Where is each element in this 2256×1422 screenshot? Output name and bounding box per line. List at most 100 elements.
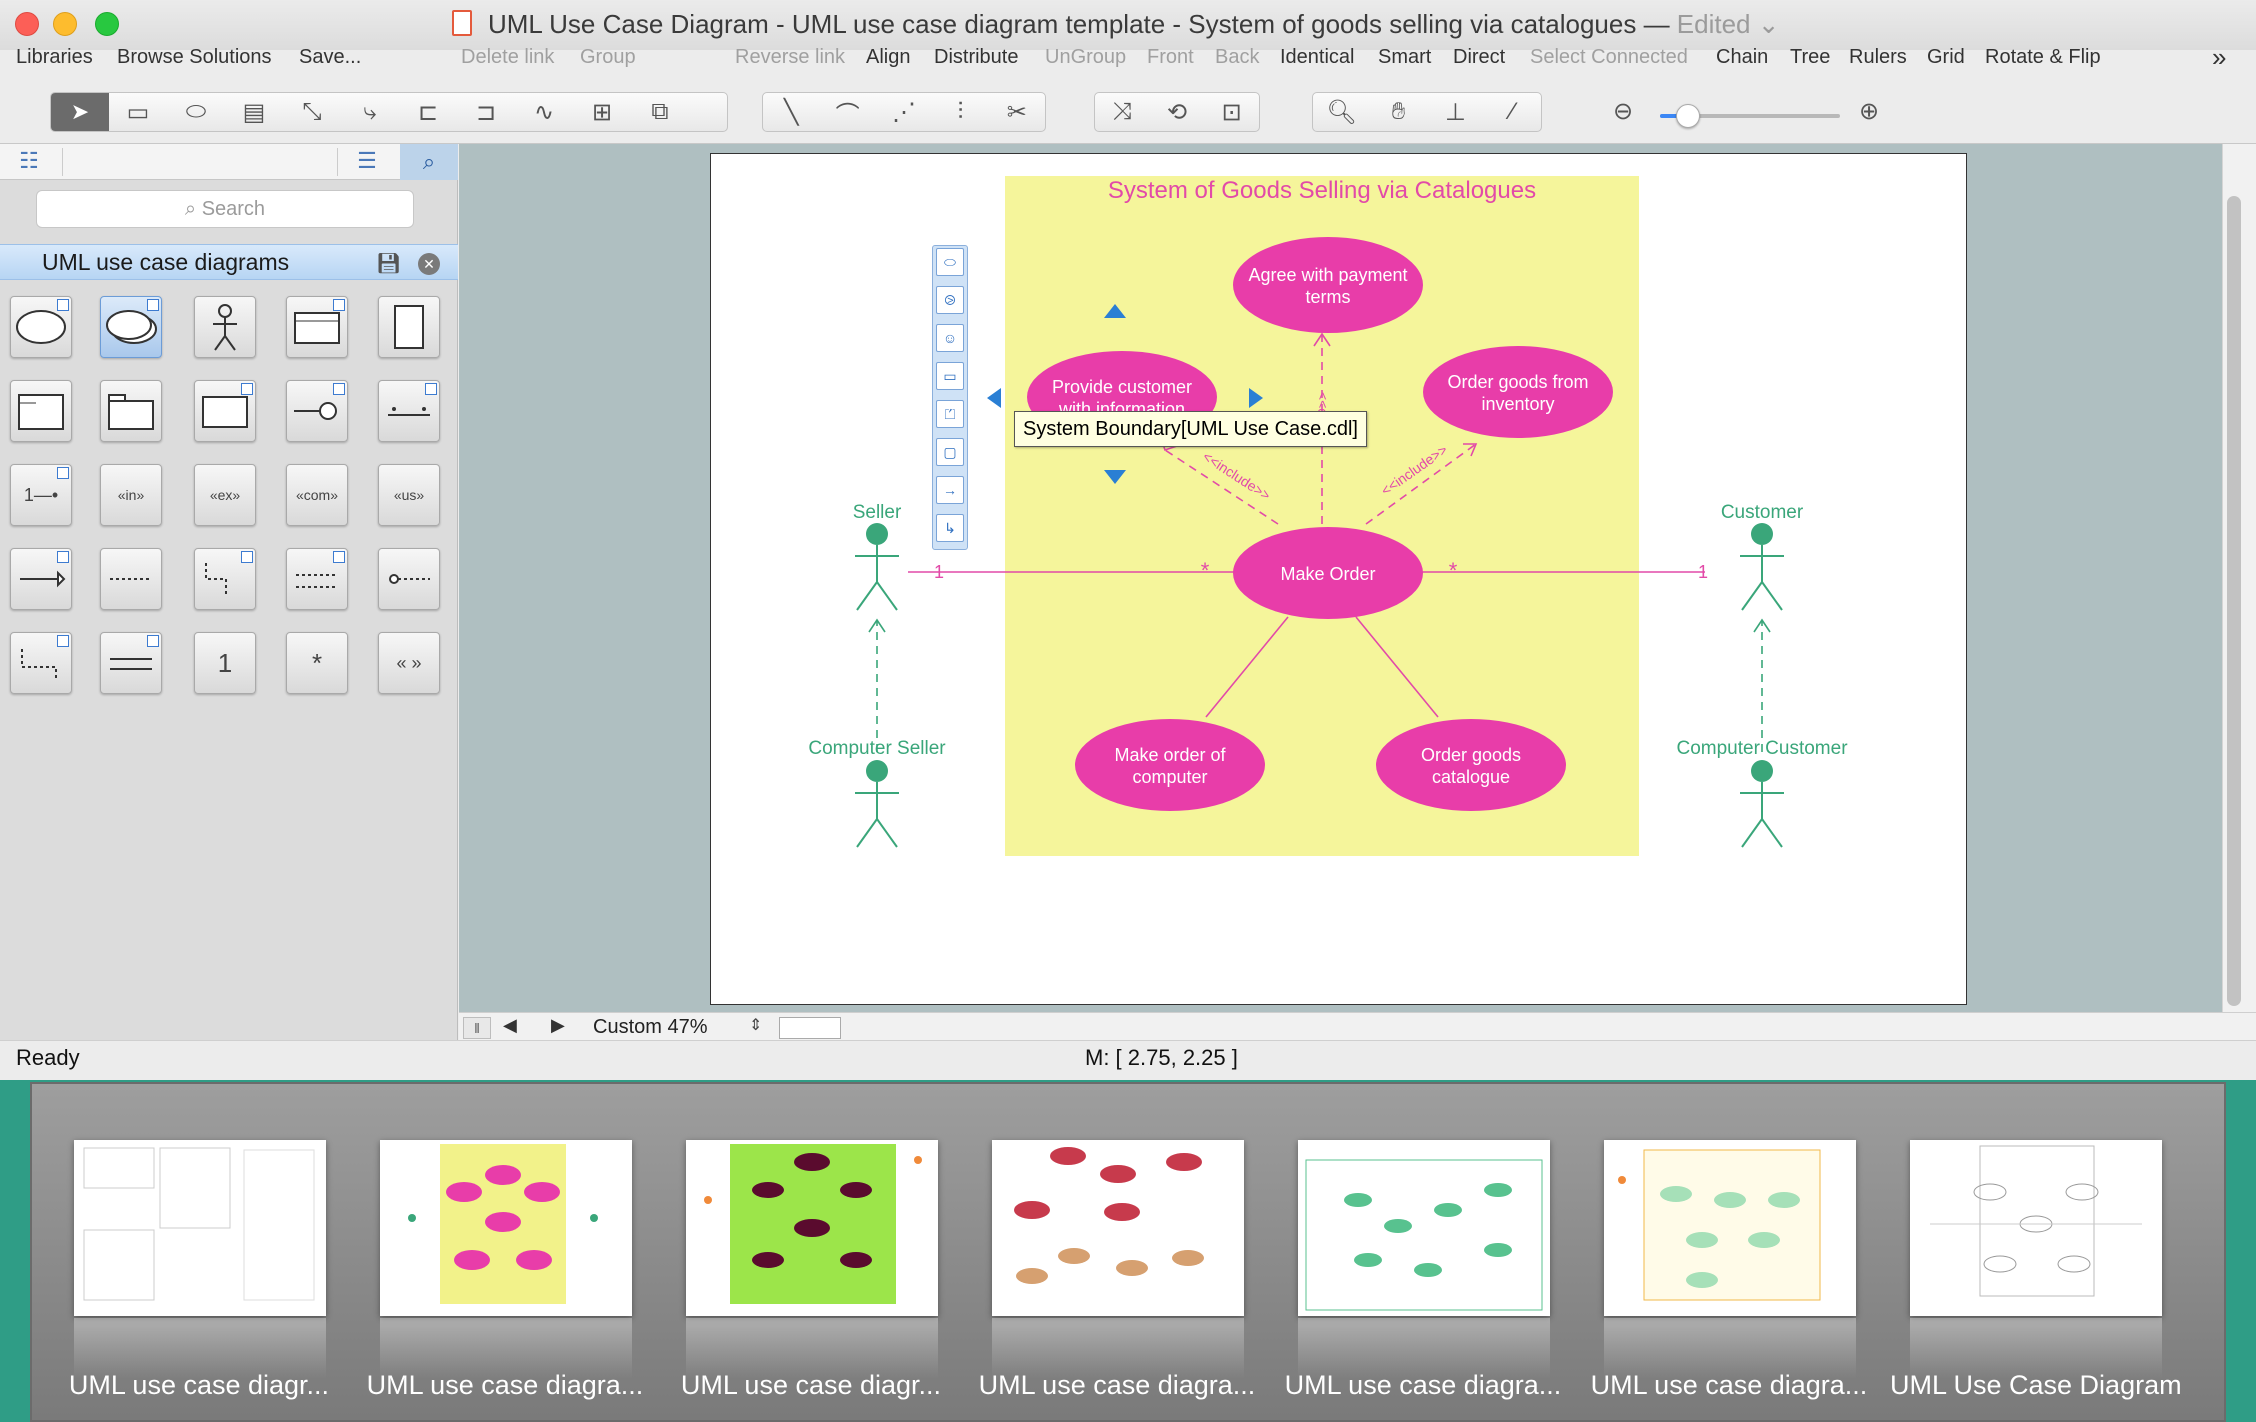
- menu-item-libraries[interactable]: Libraries: [16, 46, 93, 69]
- polyline-icon[interactable]: ⋰: [876, 93, 932, 131]
- multiplicity-one-shape[interactable]: 1: [194, 632, 256, 694]
- template-label[interactable]: UML use case diagra...: [360, 1370, 650, 1401]
- arc-icon[interactable]: ⌒: [819, 93, 875, 131]
- menu-item-delete-link[interactable]: Delete link: [461, 46, 554, 69]
- menu-item-select-connected[interactable]: Select Connected: [1530, 46, 1688, 69]
- menu-item-align[interactable]: Align: [866, 46, 910, 69]
- package-shape[interactable]: [10, 380, 72, 442]
- template-thumbnail[interactable]: [686, 1140, 938, 1316]
- split-icon[interactable]: ⫶: [932, 93, 988, 131]
- direct-connector-icon[interactable]: ⤡: [283, 93, 341, 131]
- stereotype-shape[interactable]: « »: [378, 632, 440, 694]
- zoom-icon[interactable]: 🔍︎: [1313, 93, 1370, 131]
- hand-icon[interactable]: ✋︎: [1370, 93, 1427, 131]
- template-thumbnail[interactable]: [1910, 1140, 2162, 1316]
- crop-icon[interactable]: ⊡: [1204, 93, 1259, 131]
- round-connector-icon[interactable]: ⊐: [457, 93, 515, 131]
- use-case-order-goods[interactable]: [1423, 346, 1613, 438]
- uses-shape[interactable]: «us»: [378, 464, 440, 526]
- use-case-order-catalogue[interactable]: [1376, 719, 1566, 811]
- vt-box-icon[interactable]: ▭: [936, 362, 964, 390]
- zoom-in-icon[interactable]: ⊕: [1840, 92, 1898, 130]
- zoom-stepper-icon[interactable]: ⇕: [749, 1015, 762, 1035]
- vt-actor-icon[interactable]: ☺︎: [936, 324, 964, 352]
- cut-icon[interactable]: ✂: [989, 93, 1045, 131]
- menu-item-smart[interactable]: Smart: [1378, 46, 1431, 69]
- menu-item-front[interactable]: Front: [1147, 46, 1194, 69]
- interface-shape[interactable]: [286, 380, 348, 442]
- menu-item-rotate-flip[interactable]: Rotate & Flip: [1985, 46, 2101, 69]
- eyedropper-icon[interactable]: ⁄: [1484, 93, 1541, 131]
- insert-shape-icon[interactable]: ⧉: [631, 93, 689, 131]
- template-label[interactable]: UML use case diagr...: [54, 1370, 344, 1401]
- actor-shape[interactable]: [194, 296, 256, 358]
- actor-computer-customer-head[interactable]: [1751, 760, 1773, 782]
- close-library-icon[interactable]: ✕: [418, 253, 440, 275]
- template-label[interactable]: UML use case diagr...: [666, 1370, 956, 1401]
- pause-icon[interactable]: ǁ: [463, 1017, 491, 1039]
- library-header[interactable]: UML use case diagrams 💾︎ ✕: [0, 244, 458, 280]
- zoom-out-icon[interactable]: ⊖: [1594, 92, 1652, 130]
- ellipse-tool-icon[interactable]: ⬭: [167, 93, 225, 131]
- use-case-agree[interactable]: [1233, 237, 1423, 333]
- text-tool-icon[interactable]: ▤: [225, 93, 283, 131]
- vt-bent-arrow-icon[interactable]: ↳: [936, 514, 964, 542]
- template-label[interactable]: UML use case diagra...: [1584, 1370, 1874, 1401]
- drawing-page[interactable]: System of Goods Selling via Catalogues <<…: [710, 153, 1967, 1005]
- menu-item-browse-solutions[interactable]: Browse Solutions: [117, 46, 272, 69]
- extend-shape[interactable]: «ex»: [194, 464, 256, 526]
- stamp-icon[interactable]: ⊥: [1427, 93, 1484, 131]
- communicate-shape[interactable]: «com»: [286, 464, 348, 526]
- line-icon[interactable]: ╲: [763, 93, 819, 131]
- edit-points-icon[interactable]: ⤨: [1095, 93, 1150, 131]
- rectangle-tool-icon[interactable]: ▭: [109, 93, 167, 131]
- vt-ellipse-icon[interactable]: ⬭: [936, 248, 964, 276]
- multiplicity-many-shape[interactable]: *: [286, 632, 348, 694]
- use-case-shape[interactable]: [10, 296, 72, 358]
- chevron-down-icon[interactable]: ⌄: [1751, 9, 1780, 39]
- close-window-button[interactable]: [15, 12, 39, 36]
- dashed-line-shape[interactable]: [100, 548, 162, 610]
- next-page-icon[interactable]: ▶: [551, 1015, 565, 1036]
- menu-item-back[interactable]: Back: [1215, 46, 1259, 69]
- menu-item-distribute[interactable]: Distribute: [934, 46, 1018, 69]
- vt-folder-icon[interactable]: ▢: [936, 438, 964, 466]
- vt-arrow-icon[interactable]: →: [936, 476, 964, 504]
- zoom-select[interactable]: Custom 47%: [593, 1016, 708, 1039]
- note-shape[interactable]: [378, 296, 440, 358]
- list-view-icon[interactable]: ☰: [346, 148, 388, 176]
- template-label[interactable]: UML use case diagra...: [1278, 1370, 1568, 1401]
- vertical-scroll-thumb[interactable]: [2227, 196, 2241, 1006]
- tree-connector-icon[interactable]: ⊞: [573, 93, 631, 131]
- vt-package-icon[interactable]: ⏍: [936, 400, 964, 428]
- association-dots-shape[interactable]: [378, 380, 440, 442]
- resize-handle-left[interactable]: [987, 388, 1001, 408]
- template-label[interactable]: UML use case diagra...: [972, 1370, 1262, 1401]
- association-circle-shape[interactable]: [378, 548, 440, 610]
- page-thumbnails-button[interactable]: [779, 1017, 841, 1039]
- select-tool-button[interactable]: ➤: [51, 93, 109, 131]
- template-thumbnail[interactable]: [1298, 1140, 1550, 1316]
- template-label[interactable]: UML Use Case Diagram: [1890, 1370, 2182, 1401]
- toolbar-overflow-icon[interactable]: »: [2212, 42, 2226, 73]
- search-tab-icon[interactable]: ⌕: [400, 144, 458, 180]
- template-thumbnail[interactable]: [74, 1140, 326, 1316]
- dependency-corner-shape[interactable]: [194, 548, 256, 610]
- template-thumbnail[interactable]: [992, 1140, 1244, 1316]
- actor-computer-seller-head[interactable]: [866, 760, 888, 782]
- menu-item-reverse-link[interactable]: Reverse link: [735, 46, 845, 69]
- menu-item-save[interactable]: Save...: [299, 46, 361, 69]
- zoom-window-button[interactable]: [95, 12, 119, 36]
- rotate-icon[interactable]: ⟲: [1150, 93, 1205, 131]
- actor-seller-head[interactable]: [866, 523, 888, 545]
- use-case-make-order-computer[interactable]: [1075, 719, 1265, 811]
- minimize-window-button[interactable]: [53, 12, 77, 36]
- zoom-slider-knob[interactable]: [1676, 104, 1700, 128]
- menu-item-ungroup[interactable]: UnGroup: [1045, 46, 1126, 69]
- menu-item-group[interactable]: Group: [580, 46, 636, 69]
- previous-page-icon[interactable]: ◀: [503, 1015, 517, 1036]
- vt-use-case-multi-icon[interactable]: ⧁: [936, 286, 964, 314]
- menu-item-chain[interactable]: Chain: [1716, 46, 1768, 69]
- template-thumbnail[interactable]: [380, 1140, 632, 1316]
- arc-connector-icon[interactable]: ⤷: [341, 93, 399, 131]
